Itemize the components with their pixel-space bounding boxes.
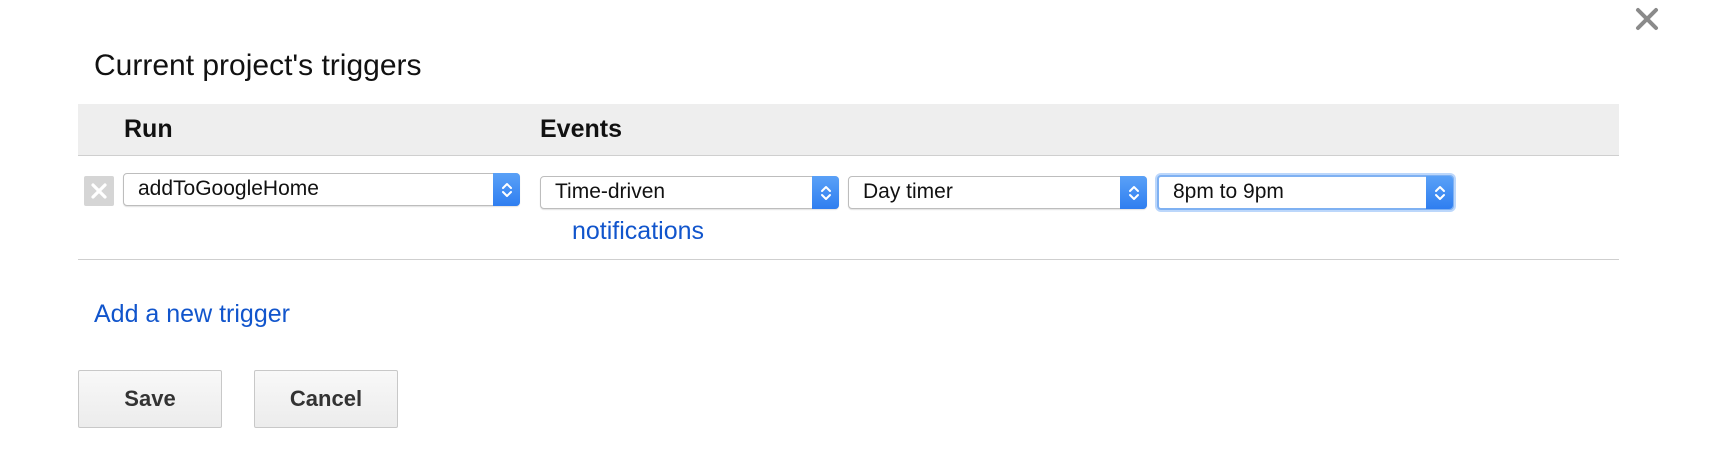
column-header-events: Events — [540, 115, 622, 143]
column-header-run: Run — [124, 115, 173, 143]
save-button[interactable]: Save — [78, 370, 222, 428]
notifications-link[interactable]: notifications — [572, 217, 704, 246]
close-icon — [91, 183, 107, 199]
event-type-value: Day timer — [863, 180, 953, 203]
run-function-value: addToGoogleHome — [138, 177, 319, 200]
trigger-row: addToGoogleHome Time-driven Day timer 8p… — [78, 156, 1619, 260]
event-source-value: Time-driven — [555, 180, 666, 203]
event-source-select[interactable]: Time-driven — [540, 176, 839, 209]
table-header: Run Events — [78, 104, 1619, 156]
time-of-day-select[interactable]: 8pm to 9pm — [1157, 175, 1454, 210]
delete-trigger-button[interactable] — [84, 176, 114, 206]
close-icon — [1636, 8, 1658, 30]
triggers-dialog: Current project's triggers Run Events ad… — [0, 0, 1710, 472]
dialog-title: Current project's triggers — [94, 49, 422, 82]
close-dialog-button[interactable] — [1630, 2, 1664, 36]
add-trigger-link[interactable]: Add a new trigger — [94, 300, 290, 329]
triggers-table: Run Events addToGoogleHome Time-driven D… — [78, 104, 1619, 260]
select-arrows-icon — [493, 173, 520, 206]
event-type-select[interactable]: Day timer — [848, 176, 1147, 209]
time-of-day-value: 8pm to 9pm — [1173, 180, 1284, 203]
select-arrows-icon — [812, 176, 839, 209]
cancel-button[interactable]: Cancel — [254, 370, 398, 428]
run-function-select[interactable]: addToGoogleHome — [123, 173, 520, 206]
select-arrows-icon — [1120, 176, 1147, 209]
select-arrows-icon — [1426, 176, 1453, 209]
